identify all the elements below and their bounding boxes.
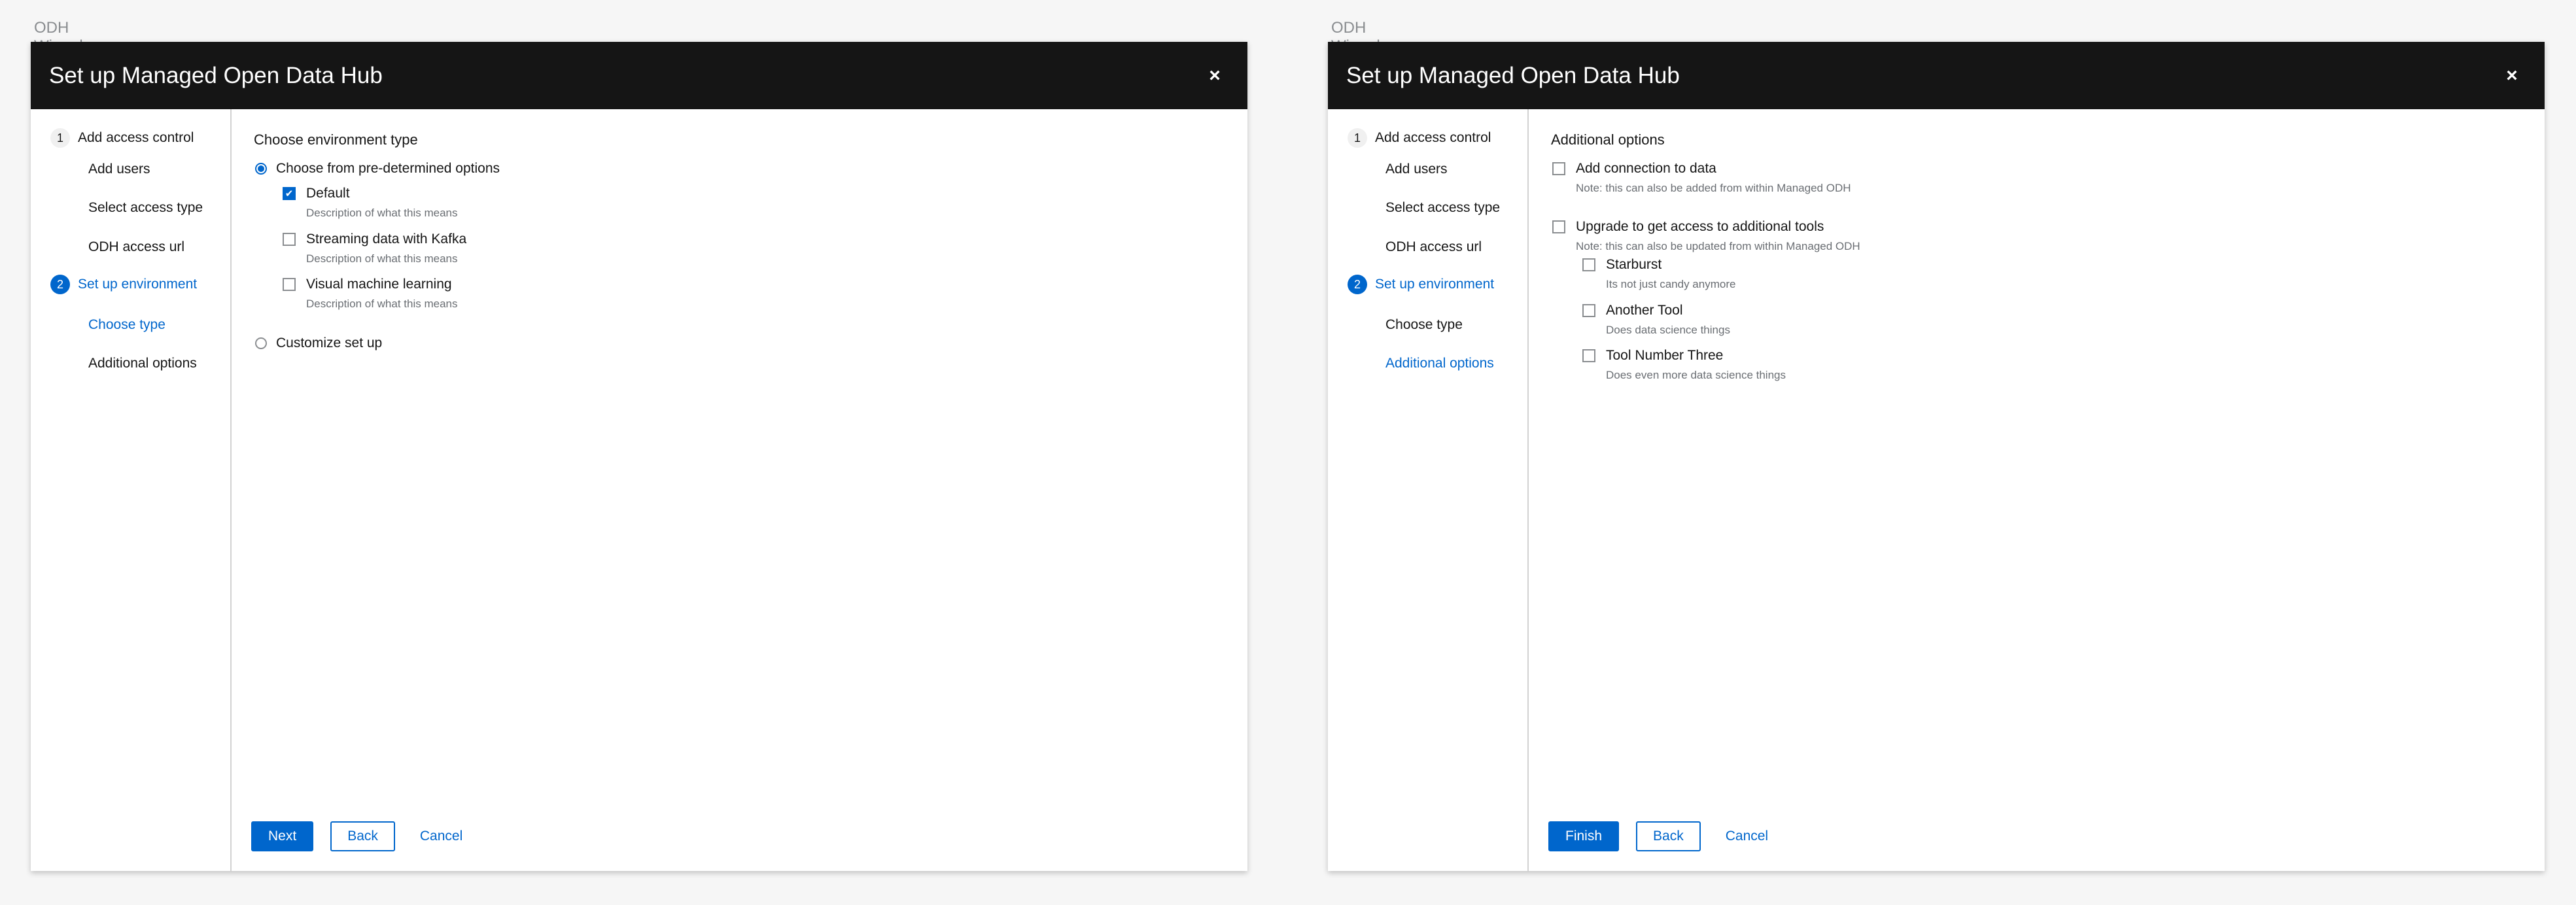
nav-item-add-users[interactable]: Add users — [88, 162, 150, 177]
radio-button[interactable] — [255, 163, 267, 175]
option-label: Streaming data with Kafka — [306, 231, 467, 247]
option-description: Description of what this means — [306, 252, 458, 265]
option-upgrade-tools[interactable]: Upgrade to get access to additional tool… — [1552, 219, 1860, 253]
section-title: Additional options — [1551, 131, 1665, 148]
option-label: Default — [306, 186, 350, 201]
modal-title: Set up Managed Open Data Hub — [1346, 62, 1680, 88]
option-label: Upgrade to get access to additional tool… — [1576, 219, 1824, 234]
option-visual-ml[interactable]: Visual machine learning Description of w… — [283, 277, 458, 311]
checkbox[interactable] — [1582, 258, 1595, 271]
checkbox[interactable] — [283, 233, 296, 246]
option-description: Its not just candy anymore — [1606, 278, 1736, 290]
step-number: 1 — [50, 128, 70, 148]
option-description: Description of what this means — [306, 207, 458, 219]
option-description: Does data science things — [1606, 324, 1730, 336]
option-description: Description of what this means — [306, 298, 458, 310]
nav-step-set-up-environment[interactable]: 2 Set up environment — [1348, 275, 1494, 294]
nav-step-label: Add access control — [78, 130, 194, 145]
radio-predetermined[interactable]: Choose from pre-determined options — [255, 161, 500, 177]
wizard-nav: 1 Add access control Add users Select ac… — [1328, 109, 1529, 871]
close-icon: × — [2506, 64, 2518, 86]
nav-step-label: Set up environment — [78, 277, 198, 292]
wizard-nav: 1 Add access control Add users Select ac… — [31, 109, 232, 871]
checkbox[interactable] — [1582, 349, 1595, 362]
nav-step-label: Add access control — [1375, 130, 1491, 145]
option-note: Note: this can also be updated from with… — [1576, 240, 1860, 252]
close-button[interactable]: × — [1200, 61, 1229, 90]
nav-item-additional-options[interactable]: Additional options — [88, 356, 197, 371]
wizard-content: Choose environment type Choose from pre-… — [232, 109, 1247, 871]
modal-title: Set up Managed Open Data Hub — [49, 62, 383, 88]
nav-item-additional-options[interactable]: Additional options — [1385, 356, 1494, 371]
checkbox[interactable] — [283, 278, 296, 291]
step-number: 1 — [1348, 128, 1367, 148]
nav-item-add-users[interactable]: Add users — [1385, 162, 1448, 177]
checkbox[interactable]: ✔ — [283, 187, 296, 200]
option-default[interactable]: ✔ Default Description of what this means — [283, 186, 458, 220]
option-label: Another Tool — [1606, 303, 1683, 318]
finish-button[interactable]: Finish — [1548, 821, 1620, 851]
checkbox[interactable] — [1582, 304, 1595, 317]
nav-step-label: Set up environment — [1375, 277, 1495, 292]
option-description: Does even more data science things — [1606, 369, 1786, 381]
wizard-footer: Finish Back Cancel — [1548, 821, 1793, 851]
tool-another-tool[interactable]: Another Tool Does data science things — [1582, 303, 1730, 337]
nav-item-choose-type[interactable]: Choose type — [88, 317, 165, 333]
option-add-connection[interactable]: Add connection to data Note: this can al… — [1552, 161, 1851, 195]
modal-body: 1 Add access control Add users Select ac… — [31, 109, 1247, 871]
section-title: Choose environment type — [254, 131, 418, 148]
check-icon: ✔ — [285, 188, 294, 199]
radio-customize[interactable]: Customize set up — [255, 335, 382, 351]
step-number: 2 — [50, 275, 70, 294]
nav-item-select-access-type[interactable]: Select access type — [1385, 200, 1500, 216]
nav-item-select-access-type[interactable]: Select access type — [88, 200, 203, 216]
close-button[interactable]: × — [2498, 61, 2526, 90]
option-label: Visual machine learning — [306, 277, 452, 292]
option-streaming-kafka[interactable]: Streaming data with Kafka Description of… — [283, 231, 466, 265]
tool-number-three[interactable]: Tool Number Three Does even more data sc… — [1582, 348, 1786, 382]
checkbox[interactable] — [1552, 220, 1565, 233]
close-icon: × — [1209, 64, 1221, 86]
modal-body: 1 Add access control Add users Select ac… — [1328, 109, 2545, 871]
nav-item-odh-access-url[interactable]: ODH access url — [88, 239, 184, 255]
cancel-button[interactable]: Cancel — [1718, 821, 1776, 851]
step-number: 2 — [1348, 275, 1367, 294]
wizard-footer: Next Back Cancel — [251, 821, 487, 851]
option-note: Note: this can also be added from within… — [1576, 182, 1851, 194]
nav-step-add-access-control[interactable]: 1 Add access control — [50, 128, 194, 148]
wizard-content: Additional options Add connection to dat… — [1529, 109, 2545, 871]
option-label: Add connection to data — [1576, 161, 1716, 176]
wizard-modal: Set up Managed Open Data Hub × 1 Add acc… — [31, 42, 1247, 871]
option-label: Tool Number Three — [1606, 348, 1724, 363]
radio-button[interactable] — [255, 337, 267, 349]
nav-step-add-access-control[interactable]: 1 Add access control — [1348, 128, 1491, 148]
back-button[interactable]: Back — [1636, 821, 1701, 851]
option-label: Starburst — [1606, 257, 1662, 272]
nav-item-choose-type[interactable]: Choose type — [1385, 317, 1463, 333]
wizard-modal: Set up Managed Open Data Hub × 1 Add acc… — [1328, 42, 2545, 871]
nav-step-set-up-environment[interactable]: 2 Set up environment — [50, 275, 197, 294]
next-button[interactable]: Next — [251, 821, 314, 851]
nav-item-odh-access-url[interactable]: ODH access url — [1385, 239, 1482, 255]
modal-header: Set up Managed Open Data Hub × — [31, 42, 1247, 109]
radio-label: Customize set up — [276, 335, 383, 350]
tool-starburst[interactable]: Starburst Its not just candy anymore — [1582, 257, 1735, 291]
checkbox[interactable] — [1552, 162, 1565, 175]
modal-header: Set up Managed Open Data Hub × — [1328, 42, 2545, 109]
cancel-button[interactable]: Cancel — [412, 821, 470, 851]
radio-label: Choose from pre-determined options — [276, 161, 500, 176]
back-button[interactable]: Back — [330, 821, 395, 851]
